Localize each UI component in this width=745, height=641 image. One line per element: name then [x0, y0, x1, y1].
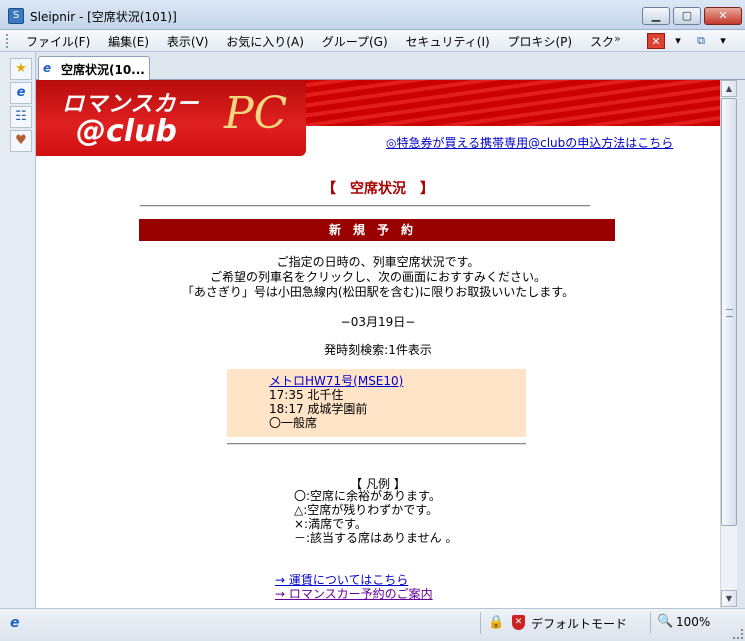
menu-overflow-chevron[interactable]: » — [614, 32, 621, 45]
lock-icon[interactable]: 🔒 — [488, 615, 504, 630]
menu-view[interactable]: 表示(V) — [167, 33, 209, 50]
ie-page-icon: e — [43, 61, 52, 75]
mobile-club-signup-link[interactable]: ◎特急券が買える携帯専用@clubの申込方法はこちら — [386, 134, 673, 151]
history-icon[interactable]: e — [10, 82, 32, 104]
intro-text: ご指定の日時の、列車空席状況です。 ご希望の列車名をクリックし、次の画面におすす… — [36, 255, 720, 300]
minimize-button[interactable]: ▁ — [642, 7, 670, 25]
legend-item: 〇:空席に余裕があります。 — [294, 489, 441, 503]
train-departure: 17:35 北千住 — [269, 388, 344, 402]
section-header: 新規予約 — [139, 219, 615, 241]
status-bar: e 🔒 ✕ デフォルトモード 🔍 100% — [0, 608, 745, 641]
train-name-link[interactable]: メトロHW71号(MSE10) — [269, 374, 403, 388]
footer-links: → 運賃についてはこちら → ロマンスカー予約のご案内 — [275, 573, 433, 601]
status-separator — [650, 612, 651, 634]
resize-grip[interactable] — [733, 629, 743, 639]
page-content: ロマンスカー @club PC ◎特急券が買える携帯専用@clubの申込方法はこ… — [36, 80, 720, 608]
intro-line: ご希望の列車名をクリックし、次の画面におすすみください。 — [209, 270, 546, 284]
zoom-magnifier-icon[interactable]: 🔍 — [657, 614, 673, 629]
menu-proxy[interactable]: プロキシ(P) — [508, 33, 573, 50]
legend-item: －:該当する席はありません 。 — [294, 531, 458, 545]
legend-list: 〇:空席に余裕があります。 △:空席が残りわずかです。 ×:満席です。 －:該当… — [294, 489, 458, 545]
status-separator — [480, 612, 481, 634]
scrollbar-thumb[interactable] — [721, 98, 737, 526]
train-arrival: 18:17 成城学園前 — [269, 402, 368, 416]
tree-view-icon[interactable]: ☷ — [10, 106, 32, 128]
sidebar: ★ e ☷ ♥ — [0, 52, 36, 608]
tab-label: 空席状況(10... — [61, 63, 145, 77]
tab-strip: e 空席状況(10... — [36, 52, 745, 80]
divider — [227, 443, 526, 445]
logo-text-club: @club — [76, 114, 177, 149]
reservation-guide-link[interactable]: → ロマンスカー予約のご案内 — [275, 587, 433, 601]
menu-group[interactable]: グループ(G) — [322, 33, 388, 50]
maximize-button[interactable]: ▢ — [673, 7, 701, 25]
legend-item: △:空席が残りわずかです。 — [294, 503, 439, 517]
result-count: 発時刻検索:1件表示 — [324, 343, 432, 357]
tab-seat-status[interactable]: e 空席状況(10... — [38, 56, 150, 80]
scroll-down-arrow-icon[interactable]: ▼ — [721, 590, 737, 607]
security-mode-label[interactable]: デフォルトモード — [531, 615, 627, 632]
vertical-scrollbar[interactable]: ▲ ▼ — [720, 80, 737, 608]
toolbar-grip[interactable] — [6, 34, 10, 48]
menu-script[interactable]: スク — [590, 33, 614, 50]
sleipnir-icon[interactable]: S — [8, 8, 24, 24]
scrollbar-grip — [726, 309, 733, 317]
menu-security[interactable]: セキュリティ(I) — [405, 33, 489, 50]
menu-edit[interactable]: 編集(E) — [108, 33, 149, 50]
intro-line: 「あさぎり」号は小田急線内(松田駅を含む)に限りお取扱いいたします。 — [181, 285, 575, 299]
window-tile-icon[interactable]: ⧉ — [692, 33, 710, 49]
legend-item: ×:満席です。 — [294, 517, 367, 531]
stop-icon[interactable]: ✕ — [647, 33, 665, 49]
fare-info-link[interactable]: → 運賃についてはこちら — [275, 573, 433, 587]
divider — [140, 205, 590, 207]
logo-text-pc: PC — [224, 88, 288, 139]
close-button[interactable]: ✕ — [704, 7, 742, 25]
page-title: 【 空席状況 】 — [322, 181, 434, 197]
menu-bar: ファイル(F) 編集(E) 表示(V) お気に入り(A) グループ(G) セキュ… — [0, 30, 745, 52]
scroll-up-arrow-icon[interactable]: ▲ — [721, 80, 737, 97]
title-bar: S Sleipnir - [空席状況(101)] ▁ ▢ ✕ — [0, 0, 745, 30]
intro-line: ご指定の日時の、列車空席状況です。 — [276, 255, 480, 269]
feed-icon[interactable]: ♥ — [10, 130, 32, 152]
dropdown-arrow-icon[interactable]: ▾ — [669, 33, 687, 49]
ie-engine-icon[interactable]: e — [10, 615, 20, 631]
train-result-card: メトロHW71号(MSE10) 17:35 北千住 18:17 成城学園前 〇一… — [227, 369, 526, 437]
menu-file[interactable]: ファイル(F) — [26, 33, 90, 50]
favorites-star-icon[interactable]: ★ — [10, 58, 32, 80]
security-shield-icon[interactable]: ✕ — [512, 615, 525, 630]
zoom-level[interactable]: 100% — [676, 615, 710, 629]
menu-favorites[interactable]: お気に入り(A) — [226, 33, 304, 50]
search-date: −03月19日− — [340, 315, 416, 329]
banner: ロマンスカー @club PC ◎特急券が買える携帯専用@clubの申込方法はこ… — [36, 80, 720, 156]
train-seat-status: 〇一般席 — [269, 416, 318, 430]
romancecar-club-logo: ロマンスカー @club PC — [36, 80, 306, 156]
dropdown-arrow-icon[interactable]: ▾ — [714, 33, 732, 49]
window-title: Sleipnir - [空席状況(101)] — [30, 10, 177, 24]
